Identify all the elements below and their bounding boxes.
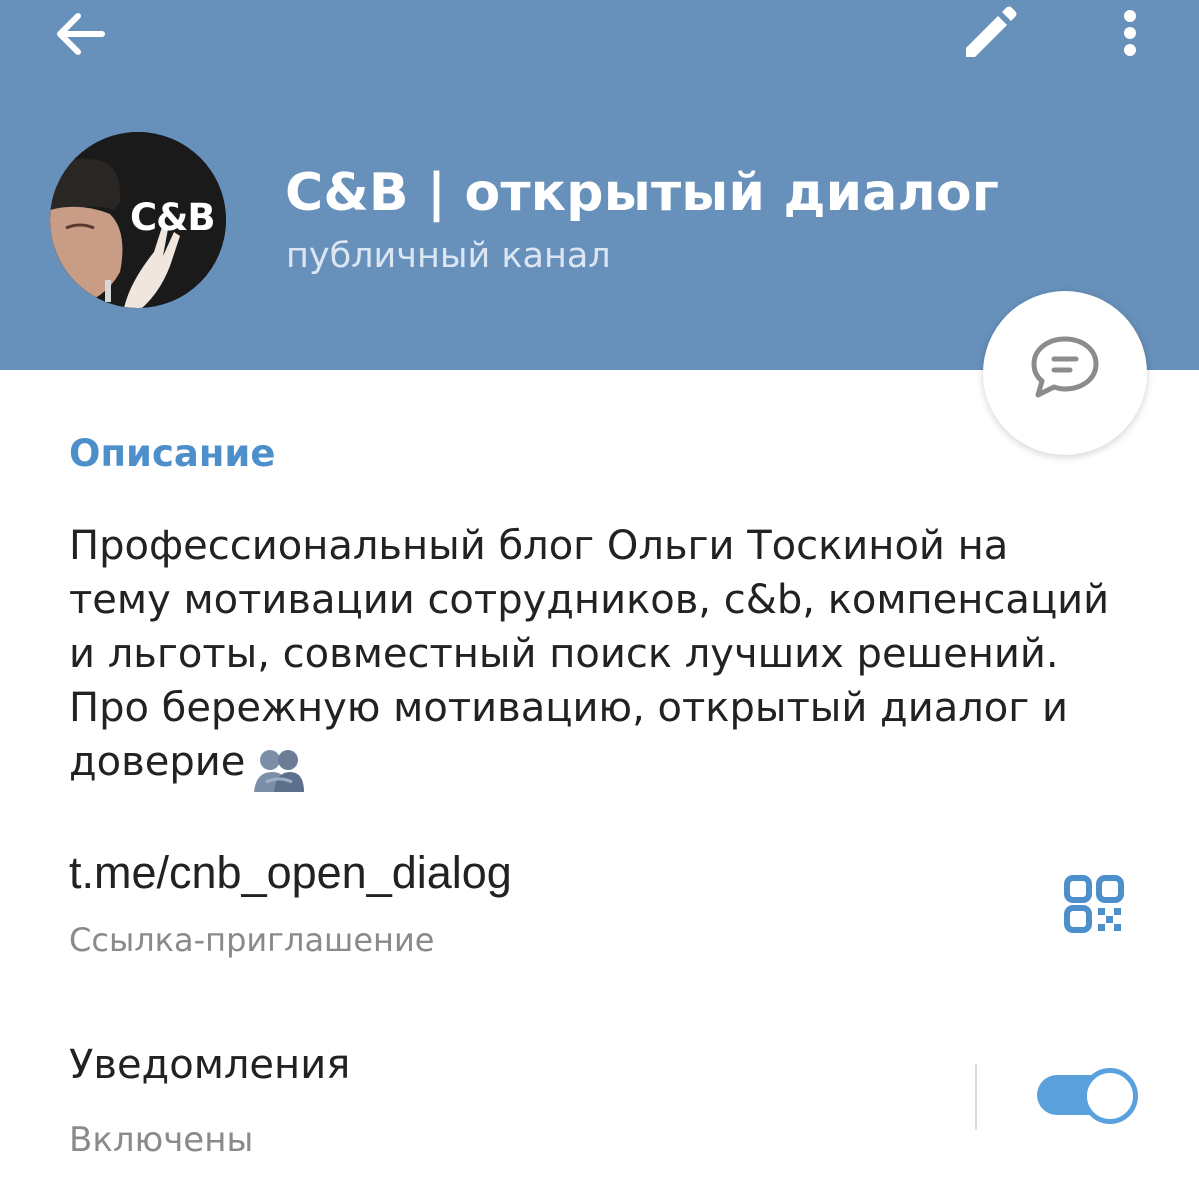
toggle-thumb — [1082, 1068, 1138, 1124]
avatar-text: C&B — [130, 196, 216, 239]
invite-link-caption: Ссылка-приглашение — [69, 921, 435, 959]
people-hugging-icon — [254, 750, 304, 792]
description-heading: Описание — [69, 432, 276, 475]
qr-code-icon — [1064, 875, 1124, 933]
channel-description: Профессиональный блог Ольги Тоскиной на … — [69, 523, 1110, 785]
more-vertical-icon — [1124, 10, 1136, 56]
more-options-button[interactable] — [1104, 0, 1156, 72]
channel-title: C&B | открытый диалог — [285, 163, 1000, 223]
channel-avatar[interactable]: C&B — [50, 132, 226, 308]
notifications-status: Включены — [69, 1120, 254, 1160]
chat-icon — [1031, 336, 1099, 398]
notifications-toggle[interactable] — [1037, 1068, 1138, 1126]
pencil-icon — [966, 6, 1017, 57]
invite-link[interactable]: t.me/cnb_open_dialog — [69, 847, 512, 899]
notifications-label: Уведомления — [69, 1042, 351, 1088]
channel-type: публичный канал — [286, 236, 611, 276]
discussion-button[interactable] — [983, 291, 1147, 455]
back-button[interactable] — [40, 0, 120, 72]
qr-code-button[interactable] — [1060, 870, 1130, 940]
edit-button[interactable] — [952, 0, 1028, 72]
divider — [975, 1064, 977, 1130]
arrow-left-icon — [57, 13, 105, 55]
